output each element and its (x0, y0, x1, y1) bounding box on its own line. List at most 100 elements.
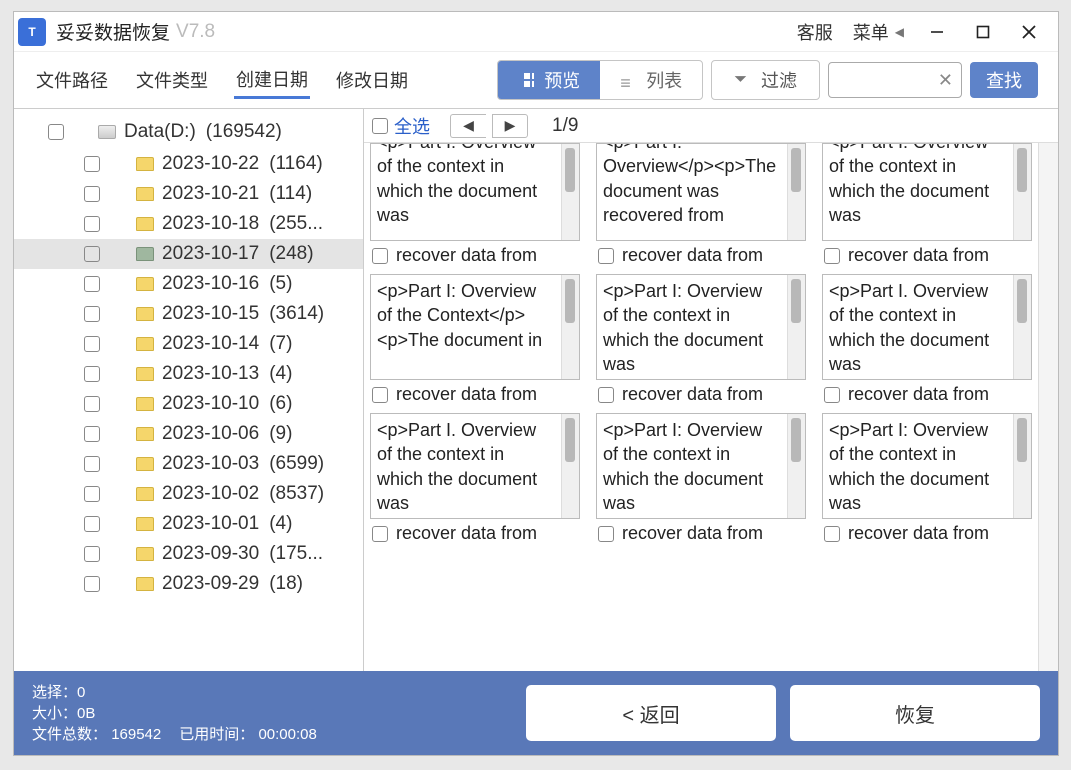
preview-view-button[interactable]: 预览 (498, 61, 600, 99)
tree-item[interactable]: 2023-10-22(1164) (14, 149, 363, 179)
item-checkbox[interactable] (84, 336, 100, 352)
back-button[interactable]: < 返回 (526, 685, 776, 741)
card-label-row: recover data from (822, 519, 1032, 548)
card-checkbox[interactable] (598, 248, 614, 264)
tree-item[interactable]: 2023-10-10(6) (14, 389, 363, 419)
preview-card[interactable]: <p>Part I. Overview of the context in wh… (370, 413, 580, 548)
tree-item[interactable]: 2023-10-14(7) (14, 329, 363, 359)
item-count: (8537) (269, 483, 324, 505)
tree-item[interactable]: 2023-10-17(248) (14, 239, 363, 269)
item-checkbox[interactable] (84, 516, 100, 532)
prev-page-button[interactable]: ◀ (450, 114, 486, 138)
page-indicator: 1/9 (552, 115, 578, 137)
card-scrollbar[interactable] (787, 275, 805, 379)
preview-card[interactable]: <p>Part I: Overview of the context in wh… (822, 413, 1032, 548)
card-filename: recover data from (622, 523, 763, 544)
card-filename: recover data from (622, 384, 763, 405)
select-all-checkbox[interactable] (372, 118, 388, 134)
preview-card[interactable]: <p>Part I: Overview of the Context</p><p… (370, 274, 580, 409)
toolbar: 文件路径 文件类型 创建日期 修改日期 预览 列表 ⏷ 过滤 ✕ 查找 (14, 52, 1058, 108)
root-checkbox[interactable] (48, 124, 64, 140)
card-checkbox[interactable] (598, 387, 614, 403)
preview-card[interactable]: <p>Part I: Overview of the context in wh… (370, 143, 580, 270)
item-checkbox[interactable] (84, 156, 100, 172)
maximize-button[interactable] (960, 12, 1006, 52)
card-scrollbar[interactable] (787, 414, 805, 518)
tree-root[interactable]: ▾ Data(D:) (169542) (14, 115, 363, 149)
card-checkbox[interactable] (372, 526, 388, 542)
root-count: (169542) (206, 121, 282, 143)
card-text: <p>Part I. Overview of the context in wh… (371, 414, 561, 518)
support-link[interactable]: 客服 (797, 19, 833, 45)
tree-item[interactable]: 2023-10-21(114) (14, 179, 363, 209)
card-text: <p>Part I: Overview of the context in wh… (823, 143, 1013, 240)
tree-item[interactable]: 2023-10-06(9) (14, 419, 363, 449)
clear-icon[interactable]: ✕ (938, 70, 953, 91)
tree-item[interactable]: 2023-10-15(3614) (14, 299, 363, 329)
card-scrollbar[interactable] (1013, 144, 1031, 240)
card-scrollbar[interactable] (561, 144, 579, 240)
tab-modified[interactable]: 修改日期 (334, 63, 410, 97)
recover-button[interactable]: 恢复 (790, 685, 1040, 741)
tree-item[interactable]: 2023-09-30(175... (14, 539, 363, 569)
card-checkbox[interactable] (598, 526, 614, 542)
item-checkbox[interactable] (84, 576, 100, 592)
tree-item[interactable]: 2023-10-18(255... (14, 209, 363, 239)
tree-item[interactable]: 2023-10-13(4) (14, 359, 363, 389)
item-checkbox[interactable] (84, 276, 100, 292)
card-scrollbar[interactable] (561, 414, 579, 518)
item-checkbox[interactable] (84, 366, 100, 382)
card-label-row: recover data from (596, 519, 806, 548)
card-scrollbar[interactable] (1013, 414, 1031, 518)
minimize-button[interactable] (914, 12, 960, 52)
item-checkbox[interactable] (84, 186, 100, 202)
find-button[interactable]: 查找 (970, 62, 1038, 98)
tree-item[interactable]: 2023-10-03(6599) (14, 449, 363, 479)
preview-card[interactable]: <p>Part I. Overview of the context in wh… (822, 274, 1032, 409)
item-checkbox[interactable] (84, 456, 100, 472)
tree-item[interactable]: 2023-10-01(4) (14, 509, 363, 539)
list-view-button[interactable]: 列表 (600, 61, 702, 99)
preview-card[interactable]: <p>Part I: Overview of the context in wh… (596, 274, 806, 409)
card-scrollbar[interactable] (1013, 275, 1031, 379)
card-checkbox[interactable] (372, 387, 388, 403)
preview-card[interactable]: <p>Part I: Overview of the context in wh… (822, 143, 1032, 270)
next-page-button[interactable]: ▶ (492, 114, 528, 138)
search-input[interactable]: ✕ (828, 62, 962, 98)
card-checkbox[interactable] (824, 526, 840, 542)
item-count: (7) (269, 333, 292, 355)
card-text: <p>Part I. Overview of the context in wh… (823, 275, 1013, 379)
tree-item[interactable]: 2023-09-29(18) (14, 569, 363, 599)
card-filename: recover data from (848, 384, 989, 405)
main-scrollbar[interactable] (1038, 143, 1058, 671)
card-label-row: recover data from (370, 241, 580, 270)
menu-link[interactable]: 菜单 ◀ (853, 19, 904, 45)
item-count: (6599) (269, 453, 324, 475)
item-checkbox[interactable] (84, 396, 100, 412)
card-checkbox[interactable] (372, 248, 388, 264)
tab-path[interactable]: 文件路径 (34, 63, 110, 97)
item-checkbox[interactable] (84, 546, 100, 562)
card-checkbox[interactable] (824, 387, 840, 403)
item-label: 2023-10-21 (162, 183, 259, 205)
tree-item[interactable]: 2023-10-02(8537) (14, 479, 363, 509)
item-checkbox[interactable] (84, 246, 100, 262)
tree-item[interactable]: 2023-10-16(5) (14, 269, 363, 299)
card-checkbox[interactable] (824, 248, 840, 264)
preview-card[interactable]: <p>Part I: Overview of the context in wh… (596, 413, 806, 548)
item-checkbox[interactable] (84, 426, 100, 442)
filter-button[interactable]: ⏷ 过滤 (711, 60, 820, 100)
card-scrollbar[interactable] (561, 275, 579, 379)
close-button[interactable] (1006, 12, 1052, 52)
item-checkbox[interactable] (84, 216, 100, 232)
folder-icon (136, 337, 154, 351)
item-label: 2023-10-13 (162, 363, 259, 385)
select-all-label[interactable]: 全选 (394, 113, 430, 139)
preview-label: 预览 (544, 67, 580, 93)
item-checkbox[interactable] (84, 486, 100, 502)
tab-type[interactable]: 文件类型 (134, 63, 210, 97)
item-checkbox[interactable] (84, 306, 100, 322)
card-scrollbar[interactable] (787, 144, 805, 240)
preview-card[interactable]: <p>Part I: Overview</p><p>The document w… (596, 143, 806, 270)
tab-created[interactable]: 创建日期 (234, 62, 310, 99)
